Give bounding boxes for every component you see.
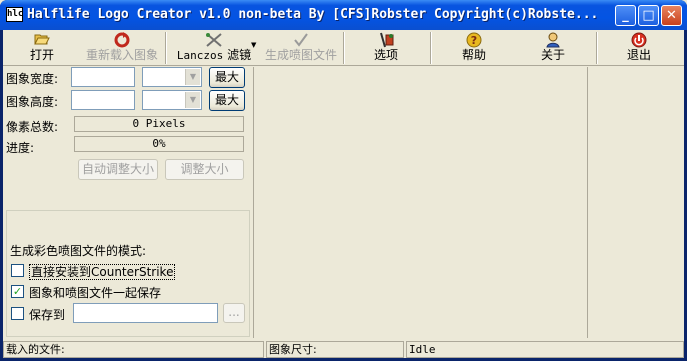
filter-dropdown[interactable]: Lanczos 滤镜 ▼ [169, 32, 259, 64]
help-label: 帮助 [461, 48, 486, 62]
close-button[interactable]: ✕ [661, 5, 682, 26]
progress-value: 0% [152, 137, 166, 150]
save-to-label: 保存到 [29, 308, 66, 322]
install-label: 直接安装到CounterStrike [29, 264, 176, 280]
progress-label: 进度: [6, 141, 35, 155]
auto-resize-button[interactable]: 自动调整大小 [78, 159, 158, 180]
close-icon: ✕ [666, 8, 677, 23]
image-preview-pane [253, 67, 588, 338]
toolbar-separator [430, 32, 432, 64]
window-title: Halflife Logo Creator v1.0 non-beta By [… [27, 7, 599, 22]
height-input[interactable] [71, 90, 135, 110]
exit-icon [599, 32, 679, 48]
height-label: 图象高度: [6, 95, 59, 109]
options-icon [345, 32, 427, 48]
mode-title: 生成彩色喷图文件的模式: [10, 244, 147, 258]
save-together-label: 图象和喷图文件一起保存 [29, 286, 162, 300]
toolbar-separator [596, 32, 598, 64]
exit-label: 退出 [626, 48, 651, 62]
height-unit-select[interactable]: ▼ [142, 90, 202, 110]
chevron-down-icon: ▼ [251, 41, 257, 49]
filter-label: 滤镜 [227, 48, 252, 62]
minimize-icon: _ [622, 8, 629, 23]
maximize-button[interactable]: □ [638, 5, 659, 26]
title-bar[interactable]: hlc Halflife Logo Creator v1.0 non-beta … [0, 0, 687, 30]
install-checkbox[interactable] [11, 264, 24, 277]
pixels-label: 像素总数: [6, 120, 59, 134]
svg-text:?: ? [471, 34, 477, 47]
help-button[interactable]: ? 帮助 [433, 32, 515, 64]
about-label: 关于 [540, 48, 565, 62]
reload-icon [81, 32, 163, 48]
reload-label: 重新载入图象 [85, 48, 158, 62]
save-path-input[interactable] [73, 303, 218, 323]
save-to-checkbox[interactable] [11, 307, 24, 320]
generate-button[interactable]: 生成喷图文件 [261, 32, 341, 64]
generate-label: 生成喷图文件 [264, 48, 337, 62]
options-button[interactable]: 选项 [345, 32, 427, 64]
chevron-down-icon: ▼ [185, 69, 200, 85]
help-icon: ? [433, 32, 515, 48]
status-spray-size: 图象尺寸: [266, 341, 404, 358]
open-label: 打开 [29, 48, 54, 62]
checkmark-icon [261, 32, 341, 48]
width-unit-select[interactable]: ▼ [142, 67, 202, 87]
status-state: Idle [406, 341, 684, 358]
progress-bar: 0% [74, 136, 244, 152]
about-icon [513, 32, 593, 48]
mode-group: 生成彩色喷图文件的模式: 直接安装到CounterStrike ✓ 图象和喷图文… [6, 210, 250, 337]
width-max-button[interactable]: 最大 [209, 67, 245, 88]
app-window: hlc Halflife Logo Creator v1.0 non-beta … [0, 0, 687, 361]
height-max-button[interactable]: 最大 [209, 90, 245, 111]
maximize-icon: □ [642, 8, 655, 23]
side-pane [589, 67, 684, 338]
minimize-button[interactable]: _ [615, 5, 636, 26]
filter-value: Lanczos [176, 49, 224, 62]
resize-button[interactable]: 调整大小 [165, 159, 244, 180]
width-label: 图象宽度: [6, 72, 59, 86]
filter-tools-icon [169, 32, 259, 48]
client-area: 打开 重新载入图象 Lanczos 滤镜 ▼ 生成喷图文件 选项 ? 帮助 关于… [3, 30, 684, 358]
toolbar-separator [165, 32, 167, 64]
exit-button[interactable]: 退出 [599, 32, 679, 64]
browse-button[interactable]: ... [223, 303, 245, 323]
chevron-down-icon: ▼ [185, 92, 200, 108]
pixels-readout: 0 Pixels [74, 116, 244, 132]
width-input[interactable] [71, 67, 135, 87]
save-together-checkbox[interactable]: ✓ [11, 285, 24, 298]
status-bar: 载入的文件: 图象尺寸: Idle [3, 340, 684, 358]
folder-open-icon [9, 32, 75, 48]
status-loaded-file: 载入的文件: [3, 341, 264, 358]
reload-button[interactable]: 重新载入图象 [81, 32, 163, 64]
open-button[interactable]: 打开 [9, 32, 75, 64]
options-label: 选项 [373, 48, 398, 62]
toolbar: 打开 重新载入图象 Lanczos 滤镜 ▼ 生成喷图文件 选项 ? 帮助 关于… [3, 30, 684, 66]
app-icon: hlc [6, 7, 23, 22]
about-button[interactable]: 关于 [513, 32, 593, 64]
